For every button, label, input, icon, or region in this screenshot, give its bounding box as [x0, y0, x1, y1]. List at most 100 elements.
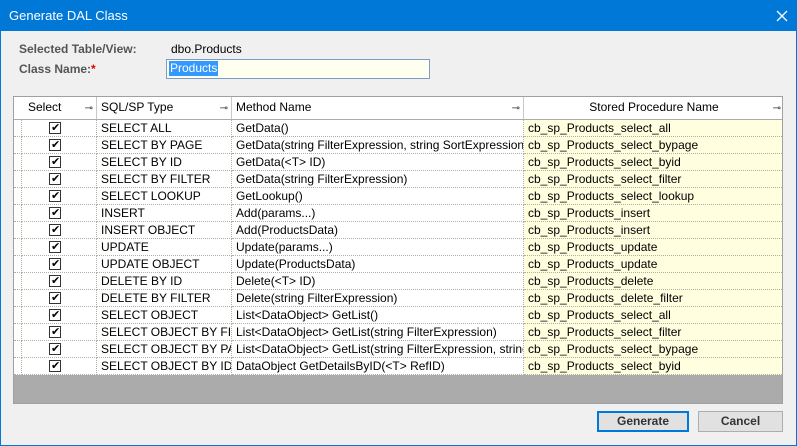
proc-cell[interactable]: cb_sp_Products_select_lookup — [524, 188, 782, 205]
table-row[interactable]: INSERTAdd(params...)cb_sp_Products_inser… — [14, 205, 782, 222]
table-row[interactable]: UPDATE OBJECTUpdate(ProductsData)cb_sp_P… — [14, 256, 782, 273]
method-cell[interactable]: GetData(string FilterExpression, string … — [232, 137, 524, 154]
method-cell[interactable]: GetData(<T> ID) — [232, 154, 524, 171]
type-cell[interactable]: DELETE BY FILTER — [97, 290, 232, 307]
select-cell[interactable] — [22, 222, 97, 239]
table-row[interactable]: SELECT OBJECTList<DataObject> GetList()c… — [14, 307, 782, 324]
select-cell[interactable] — [22, 324, 97, 341]
type-cell[interactable]: SELECT OBJECT BY PAG — [97, 341, 232, 358]
row-header[interactable] — [14, 188, 22, 205]
row-header[interactable] — [14, 324, 22, 341]
select-checkbox[interactable] — [49, 137, 61, 153]
proc-cell[interactable]: cb_sp_Products_update — [524, 256, 782, 273]
method-cell[interactable]: DataObject GetDetailsByID(<T> RefID) — [232, 358, 524, 375]
header-type[interactable]: SQL/SP Type ⊸ — [97, 97, 232, 119]
pin-icon[interactable]: ⊸ — [220, 98, 228, 119]
type-cell[interactable]: INSERT — [97, 205, 232, 222]
table-row[interactable]: DELETE BY FILTERDelete(string FilterExpr… — [14, 290, 782, 307]
select-checkbox[interactable] — [49, 341, 61, 357]
select-checkbox[interactable] — [49, 307, 61, 323]
method-cell[interactable]: Add(ProductsData) — [232, 222, 524, 239]
select-cell[interactable] — [22, 256, 97, 273]
table-row[interactable]: SELECT ALLGetData()cb_sp_Products_select… — [14, 120, 782, 137]
table-row[interactable]: SELECT BY IDGetData(<T> ID)cb_sp_Product… — [14, 154, 782, 171]
proc-cell[interactable]: cb_sp_Products_select_all — [524, 120, 782, 137]
type-cell[interactable]: SELECT ALL — [97, 120, 232, 137]
type-cell[interactable]: INSERT OBJECT — [97, 222, 232, 239]
method-cell[interactable]: List<DataObject> GetList() — [232, 307, 524, 324]
row-header[interactable] — [14, 239, 22, 256]
select-checkbox[interactable] — [49, 188, 61, 204]
pin-icon[interactable]: ⊸ — [773, 98, 781, 119]
select-checkbox[interactable] — [49, 256, 61, 272]
select-checkbox[interactable] — [49, 154, 61, 170]
cancel-button[interactable]: Cancel — [698, 411, 783, 432]
type-cell[interactable]: SELECT OBJECT — [97, 307, 232, 324]
select-cell[interactable] — [22, 239, 97, 256]
row-header[interactable] — [14, 341, 22, 358]
row-header[interactable] — [14, 307, 22, 324]
row-header[interactable] — [14, 120, 22, 137]
type-cell[interactable]: SELECT OBJECT BY ID — [97, 358, 232, 375]
type-cell[interactable]: SELECT LOOKUP — [97, 188, 232, 205]
select-cell[interactable] — [22, 341, 97, 358]
select-checkbox[interactable] — [49, 171, 61, 187]
row-header[interactable] — [14, 273, 22, 290]
row-header[interactable] — [14, 256, 22, 273]
select-cell[interactable] — [22, 188, 97, 205]
proc-cell[interactable]: cb_sp_Products_select_byid — [524, 154, 782, 171]
type-cell[interactable]: SELECT BY PAGE — [97, 137, 232, 154]
proc-cell[interactable]: cb_sp_Products_update — [524, 239, 782, 256]
row-header[interactable] — [14, 154, 22, 171]
select-cell[interactable] — [22, 290, 97, 307]
row-header[interactable] — [14, 290, 22, 307]
select-cell[interactable] — [22, 358, 97, 375]
proc-cell[interactable]: cb_sp_Products_select_bypage — [524, 341, 782, 358]
select-checkbox[interactable] — [49, 358, 61, 374]
table-row[interactable]: SELECT LOOKUPGetLookup()cb_sp_Products_s… — [14, 188, 782, 205]
row-header[interactable] — [14, 358, 22, 375]
method-cell[interactable]: GetLookup() — [232, 188, 524, 205]
header-method[interactable]: Method Name ⊸ — [232, 97, 524, 119]
table-row[interactable]: UPDATEUpdate(params...)cb_sp_Products_up… — [14, 239, 782, 256]
method-cell[interactable]: GetData() — [232, 120, 524, 137]
select-cell[interactable] — [22, 273, 97, 290]
method-cell[interactable]: Add(params...) — [232, 205, 524, 222]
select-checkbox[interactable] — [49, 120, 61, 136]
class-name-input[interactable]: Products — [166, 59, 430, 79]
pin-icon[interactable]: ⊸ — [512, 98, 520, 119]
select-cell[interactable] — [22, 154, 97, 171]
proc-cell[interactable]: cb_sp_Products_insert — [524, 205, 782, 222]
proc-cell[interactable]: cb_sp_Products_select_all — [524, 307, 782, 324]
type-cell[interactable]: DELETE BY ID — [97, 273, 232, 290]
type-cell[interactable]: UPDATE — [97, 239, 232, 256]
table-row[interactable]: SELECT BY FILTERGetData(string FilterExp… — [14, 171, 782, 188]
method-cell[interactable]: Delete(<T> ID) — [232, 273, 524, 290]
method-cell[interactable]: Update(ProductsData) — [232, 256, 524, 273]
method-cell[interactable]: Update(params...) — [232, 239, 524, 256]
table-row[interactable]: SELECT OBJECT BY FILTList<DataObject> Ge… — [14, 324, 782, 341]
header-select[interactable]: Select ⊸ — [14, 97, 97, 119]
row-header[interactable] — [14, 137, 22, 154]
type-cell[interactable]: SELECT BY FILTER — [97, 171, 232, 188]
select-cell[interactable] — [22, 307, 97, 324]
select-cell[interactable] — [22, 120, 97, 137]
select-checkbox[interactable] — [49, 205, 61, 221]
proc-cell[interactable]: cb_sp_Products_select_filter — [524, 171, 782, 188]
type-cell[interactable]: UPDATE OBJECT — [97, 256, 232, 273]
select-checkbox[interactable] — [49, 324, 61, 340]
table-row[interactable]: SELECT OBJECT BY IDDataObject GetDetails… — [14, 358, 782, 375]
select-checkbox[interactable] — [49, 222, 61, 238]
select-cell[interactable] — [22, 137, 97, 154]
row-header[interactable] — [14, 222, 22, 239]
type-cell[interactable]: SELECT BY ID — [97, 154, 232, 171]
table-row[interactable]: INSERT OBJECTAdd(ProductsData)cb_sp_Prod… — [14, 222, 782, 239]
table-row[interactable]: DELETE BY IDDelete(<T> ID)cb_sp_Products… — [14, 273, 782, 290]
table-row[interactable]: SELECT OBJECT BY PAGList<DataObject> Get… — [14, 341, 782, 358]
generate-button[interactable]: Generate — [597, 411, 689, 432]
select-checkbox[interactable] — [49, 239, 61, 255]
select-checkbox[interactable] — [49, 290, 61, 306]
select-checkbox[interactable] — [49, 273, 61, 289]
type-cell[interactable]: SELECT OBJECT BY FILT — [97, 324, 232, 341]
method-cell[interactable]: List<DataObject> GetList(string FilterEx… — [232, 341, 524, 358]
